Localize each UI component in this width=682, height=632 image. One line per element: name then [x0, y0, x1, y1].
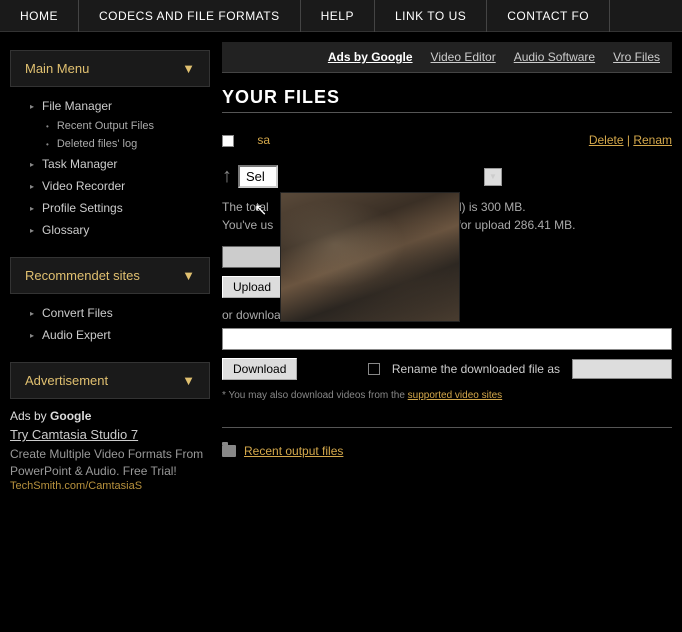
supported-sites-link[interactable]: supported video sites — [408, 390, 503, 401]
url-input[interactable] — [222, 328, 672, 350]
divider — [222, 112, 672, 113]
rename-link[interactable]: Renam — [633, 133, 672, 147]
recommended-title: Recommendet sites — [25, 268, 140, 283]
file-name-partial: sa — [257, 133, 270, 147]
sidebar-item-video-recorder[interactable]: ▸Video Recorder — [30, 175, 210, 197]
delete-link[interactable]: Delete — [589, 133, 624, 147]
file-row: sa Delete | Renam — [222, 133, 672, 147]
sidebar-item-file-manager[interactable]: ▸File Manager — [30, 95, 210, 117]
sidebar-sub-deleted-log[interactable]: •Deleted files' log — [30, 135, 210, 153]
ads-link-vro-files[interactable]: Vro Files — [613, 50, 660, 64]
select-label: Sel — [238, 165, 278, 188]
nav-help[interactable]: HELP — [301, 0, 375, 32]
sidebar-item-profile-settings[interactable]: ▸Profile Settings — [30, 197, 210, 219]
nav-link-to-us[interactable]: LINK TO US — [375, 0, 487, 32]
ads-link-video-editor[interactable]: Video Editor — [431, 50, 496, 64]
advertisement-title: Advertisement — [25, 373, 108, 388]
select-row: ↑ Sel ▼ — [222, 165, 672, 188]
ad-block: Ads by Google Try Camtasia Studio 7 Crea… — [10, 399, 210, 502]
upload-button[interactable]: Upload — [222, 276, 282, 298]
footnote: * You may also download videos from the … — [222, 390, 672, 401]
download-button[interactable]: Download — [222, 358, 297, 380]
sidebar-item-audio-expert[interactable]: ▸Audio Expert — [30, 324, 210, 346]
nav-contact[interactable]: CONTACT FO — [487, 0, 610, 32]
main-menu-header[interactable]: Main Menu ▼ — [10, 50, 210, 87]
rename-label: Rename the downloaded file as — [392, 362, 560, 376]
file-checkbox[interactable] — [222, 135, 234, 147]
ad-description: Create Multiple Video Formats From Power… — [10, 446, 210, 480]
bullet-icon: • — [46, 122, 49, 131]
arrow-icon: ▸ — [30, 331, 34, 340]
main-menu-title: Main Menu — [25, 61, 89, 76]
bullet-icon: • — [46, 140, 49, 149]
advertisement-header[interactable]: Advertisement ▼ — [10, 362, 210, 399]
arrow-icon: ▸ — [30, 309, 34, 318]
arrow-icon: ▸ — [30, 226, 34, 235]
ads-by-google-link[interactable]: Ads by Google — [328, 50, 413, 64]
arrow-icon: ▸ — [30, 182, 34, 191]
ads-bar: Ads by Google Video Editor Audio Softwar… — [222, 42, 672, 73]
divider — [222, 427, 672, 428]
chevron-down-icon: ▼ — [182, 61, 195, 76]
rename-input[interactable] — [572, 359, 672, 379]
ads-link-audio-software[interactable]: Audio Software — [514, 50, 595, 64]
top-nav: HOME CODECS AND FILE FORMATS HELP LINK T… — [0, 0, 682, 32]
video-thumbnail-overlay[interactable] — [280, 192, 460, 322]
sidebar-item-task-manager[interactable]: ▸Task Manager — [30, 153, 210, 175]
rename-checkbox[interactable] — [368, 363, 380, 375]
recent-output-link[interactable]: Recent output files — [222, 444, 672, 458]
sidebar-item-convert-files[interactable]: ▸Convert Files — [30, 302, 210, 324]
ad-byline: Ads by Google — [10, 409, 210, 423]
dropdown-button[interactable]: ▼ — [484, 168, 502, 186]
ad-title-link[interactable]: Try Camtasia Studio 7 — [10, 427, 210, 442]
arrow-icon: ▸ — [30, 102, 34, 111]
chevron-down-icon: ▼ — [182, 268, 195, 283]
arrow-icon: ▸ — [30, 160, 34, 169]
nav-codecs[interactable]: CODECS AND FILE FORMATS — [79, 0, 301, 32]
up-arrow-icon: ↑ — [222, 165, 232, 188]
sidebar: Main Menu ▼ ▸File Manager •Recent Output… — [10, 42, 210, 502]
sidebar-item-glossary[interactable]: ▸Glossary — [30, 219, 210, 241]
page-title: YOUR FILES — [222, 87, 672, 108]
ad-url[interactable]: TechSmith.com/CamtasiaS — [10, 480, 210, 492]
sidebar-sub-recent-output[interactable]: •Recent Output Files — [30, 117, 210, 135]
chevron-down-icon: ▼ — [182, 373, 195, 388]
recommended-header[interactable]: Recommendet sites ▼ — [10, 257, 210, 294]
nav-home[interactable]: HOME — [0, 0, 79, 32]
arrow-icon: ▸ — [30, 204, 34, 213]
folder-icon — [222, 445, 236, 457]
